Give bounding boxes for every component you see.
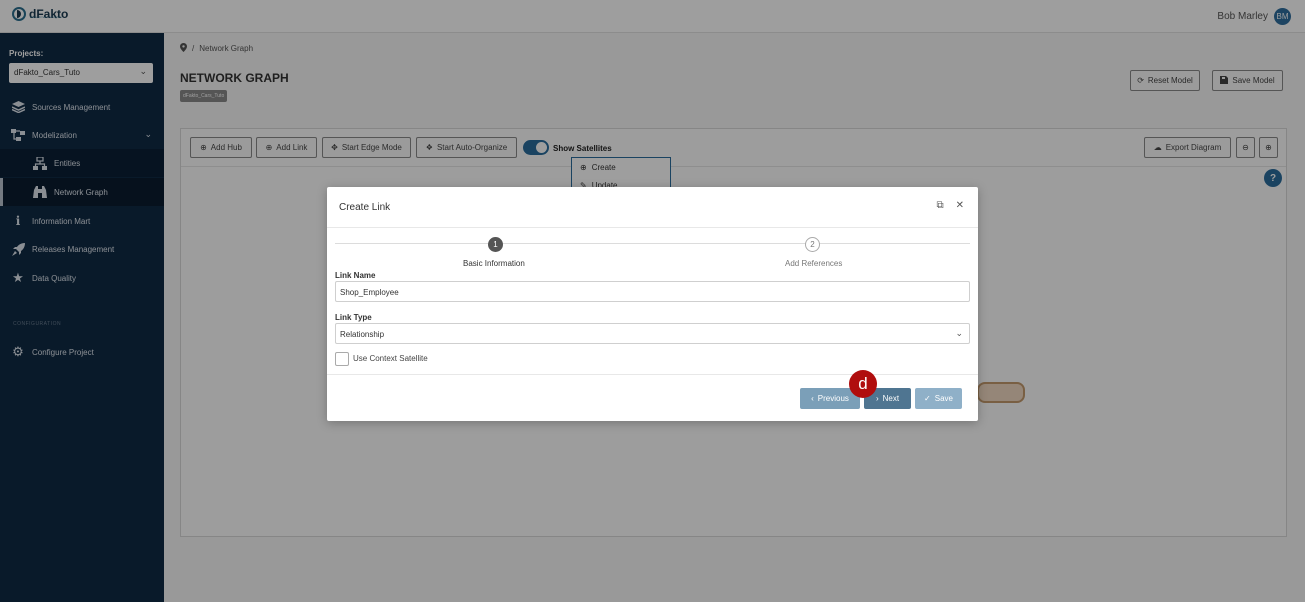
- close-icon[interactable]: ✕: [956, 200, 964, 211]
- dialog-header-actions: ⧉ ✕: [936, 200, 964, 211]
- dialog-footer-divider: [327, 374, 978, 375]
- save-button[interactable]: ✓ Save: [915, 388, 962, 409]
- chevron-left-icon: ‹: [811, 394, 814, 403]
- link-name-label: Link Name: [335, 271, 376, 280]
- link-type-select[interactable]: Relationship ⌄: [335, 323, 970, 344]
- chevron-right-icon: ›: [875, 394, 879, 403]
- link-name-value: Shop_Employee: [340, 288, 399, 297]
- step-1-indicator[interactable]: 1: [488, 237, 503, 252]
- dialog-header: Create Link ⧉ ✕: [327, 187, 978, 228]
- link-name-input[interactable]: Shop_Employee: [335, 281, 970, 302]
- link-type-value: Relationship: [340, 330, 385, 339]
- chevron-down-icon: ⌄: [955, 328, 963, 338]
- stepper-line: [335, 243, 970, 244]
- link-type-label: Link Type: [335, 313, 372, 322]
- checkmark-icon: ✓: [924, 394, 931, 403]
- maximize-icon[interactable]: ⧉: [936, 200, 943, 211]
- step-2-indicator[interactable]: 2: [805, 237, 820, 252]
- next-label: Next: [882, 394, 900, 403]
- previous-label: Previous: [817, 394, 849, 403]
- dialog-title: Create Link: [339, 202, 391, 213]
- use-context-satellite-checkbox[interactable]: [335, 352, 349, 366]
- save-label: Save: [934, 394, 953, 403]
- step-2-label: Add References: [785, 259, 843, 268]
- create-link-dialog: Create Link ⧉ ✕ 1 2 Basic Information Ad…: [327, 187, 978, 421]
- step-1-label: Basic Information: [463, 259, 525, 268]
- annotation-marker: d: [849, 370, 877, 398]
- use-context-satellite-label: Use Context Satellite: [353, 354, 428, 363]
